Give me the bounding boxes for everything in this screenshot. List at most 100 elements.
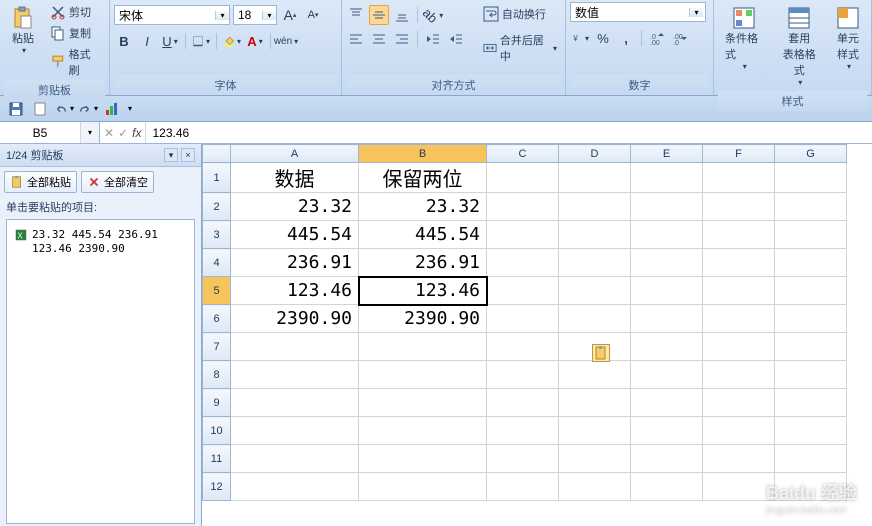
chevron-down-icon[interactable]: ▾ [262,11,276,20]
orientation-button[interactable]: ab▾ [423,5,443,25]
cell[interactable] [359,445,487,473]
cell[interactable]: 数据 [231,163,359,193]
cell[interactable] [559,473,631,501]
column-header-D[interactable]: D [559,145,631,163]
font-color-button[interactable]: A▾ [245,31,265,51]
cell[interactable] [703,445,775,473]
qat-customize-button[interactable]: ▾ [128,104,132,113]
cell[interactable] [231,333,359,361]
cell[interactable]: 236.91 [231,249,359,277]
cell-style-button[interactable]: 单元 样式▾ [829,2,867,75]
clear-all-button[interactable]: 全部清空 [81,171,154,193]
redo-qat-button[interactable]: ▾ [78,99,98,119]
align-left-button[interactable] [346,29,366,49]
font-name-combo[interactable]: ▾ [114,5,230,25]
paste-button[interactable]: 粘贴 ▾ [4,2,42,59]
cell[interactable] [559,163,631,193]
cell[interactable] [631,389,703,417]
column-header-E[interactable]: E [631,145,703,163]
cell[interactable]: 123.46 [231,277,359,305]
row-header[interactable]: 12 [203,473,231,501]
cell[interactable] [631,193,703,221]
cell[interactable] [775,417,847,445]
cell[interactable] [775,221,847,249]
cell[interactable] [775,277,847,305]
column-header-A[interactable]: A [231,145,359,163]
increase-indent-button[interactable] [446,29,466,49]
cell[interactable]: 2390.90 [231,305,359,333]
row-header[interactable]: 3 [203,221,231,249]
comma-button[interactable]: , [616,28,636,48]
cell[interactable]: 2390.90 [359,305,487,333]
paste-all-button[interactable]: 全部粘贴 [4,171,77,193]
number-format-combo[interactable]: ▾ [570,2,706,22]
cell[interactable] [487,277,559,305]
name-box-input[interactable] [0,122,80,143]
italic-button[interactable]: I [137,31,157,51]
cell[interactable] [703,305,775,333]
enter-formula-button[interactable]: ✓ [118,126,128,140]
cell[interactable] [775,305,847,333]
grid[interactable]: A B C D E F G 1数据保留两位 223.3223.32 3445.5… [202,144,847,501]
chevron-down-icon[interactable]: ▾ [80,122,99,143]
cell[interactable] [487,249,559,277]
pane-menu-button[interactable]: ▾ [164,148,178,162]
cell[interactable] [775,473,847,501]
cell[interactable] [559,277,631,305]
bold-button[interactable]: B [114,31,134,51]
cell[interactable] [703,193,775,221]
cell[interactable] [775,361,847,389]
chevron-down-icon[interactable]: ▾ [70,104,74,113]
row-header[interactable]: 7 [203,333,231,361]
clipboard-item[interactable]: X 23.32 445.54 236.91 123.46 2390.90 [11,224,190,261]
cell[interactable] [631,473,703,501]
cell[interactable] [631,445,703,473]
cell[interactable] [487,193,559,221]
cell[interactable] [559,417,631,445]
cell[interactable] [775,163,847,193]
increase-font-button[interactable]: A▴ [280,5,300,25]
row-header[interactable]: 5 [203,277,231,305]
cell[interactable] [703,333,775,361]
cell[interactable] [559,193,631,221]
cell[interactable] [703,221,775,249]
fill-color-button[interactable]: ▾ [222,31,242,51]
accounting-format-button[interactable]: ¥▾ [570,28,590,48]
cell[interactable] [231,473,359,501]
cell[interactable]: 445.54 [359,221,487,249]
cell[interactable] [359,361,487,389]
cell[interactable] [231,417,359,445]
underline-button[interactable]: U▾ [160,31,180,51]
cell[interactable] [631,277,703,305]
cell[interactable] [631,163,703,193]
cell[interactable] [231,361,359,389]
copy-button[interactable]: 复制 [46,23,105,43]
cell[interactable]: 保留两位 [359,163,487,193]
cell[interactable] [359,389,487,417]
cell[interactable] [775,193,847,221]
row-header[interactable]: 1 [203,163,231,193]
align-center-button[interactable] [369,29,389,49]
row-header[interactable]: 11 [203,445,231,473]
cell[interactable] [359,473,487,501]
cell[interactable] [487,163,559,193]
font-size-combo[interactable]: ▾ [233,5,277,25]
cell[interactable]: 23.32 [359,193,487,221]
conditional-format-button[interactable]: 条件格式▾ [718,2,770,75]
cell[interactable] [559,221,631,249]
row-header[interactable]: 10 [203,417,231,445]
border-button[interactable]: ▾ [191,31,211,51]
increase-decimal-button[interactable]: .0.00 [647,28,667,48]
cell[interactable] [631,249,703,277]
wrap-text-button[interactable]: 自动换行 [479,4,561,24]
column-header-G[interactable]: G [775,145,847,163]
cell-active[interactable]: 123.46 [359,277,487,305]
cell[interactable] [359,333,487,361]
name-box[interactable]: ▾ [0,122,100,143]
cell[interactable] [559,445,631,473]
chevron-down-icon[interactable]: ▾ [689,8,703,17]
chart-qat-button[interactable] [102,99,122,119]
cell[interactable] [487,445,559,473]
row-header[interactable]: 9 [203,389,231,417]
cell[interactable] [631,221,703,249]
